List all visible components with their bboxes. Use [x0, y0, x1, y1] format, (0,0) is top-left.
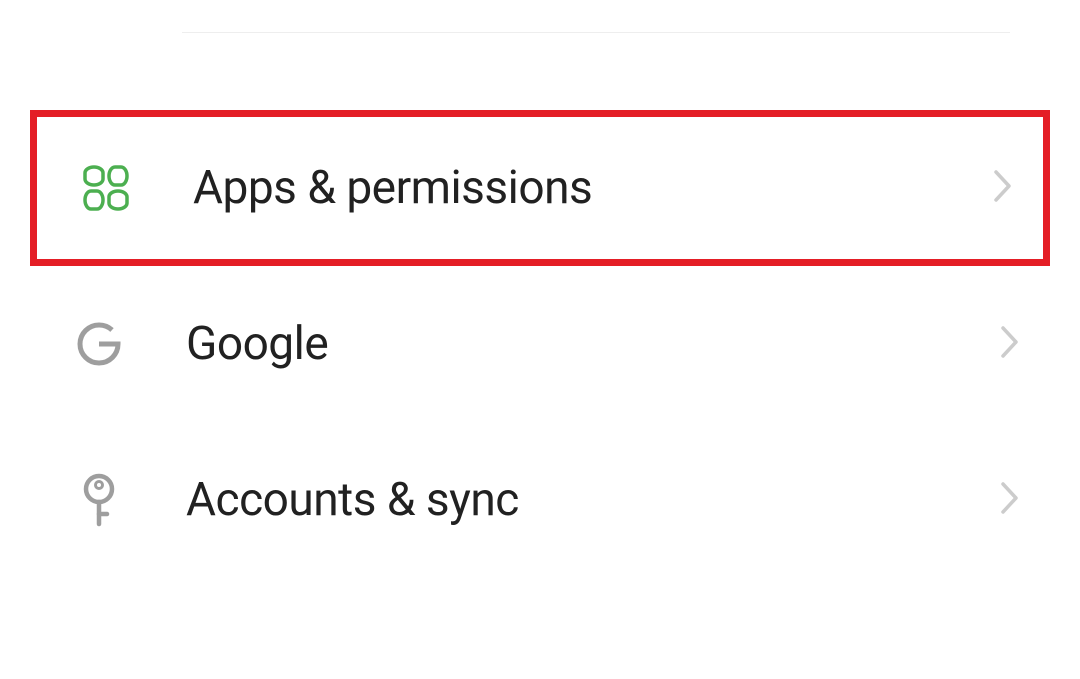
apps-icon	[81, 163, 131, 213]
divider	[182, 32, 1010, 33]
settings-item-label: Google	[186, 317, 1000, 371]
chevron-right-icon	[1000, 481, 1020, 519]
settings-item-label: Apps & permissions	[193, 161, 993, 215]
settings-item-google[interactable]: Google	[0, 266, 1080, 422]
settings-item-label: Accounts & sync	[186, 473, 1000, 527]
settings-list: Apps & permissions Google	[0, 110, 1080, 578]
settings-item-apps-permissions[interactable]: Apps & permissions	[30, 110, 1050, 266]
chevron-right-icon	[1000, 325, 1020, 363]
chevron-right-icon	[993, 169, 1013, 207]
settings-item-accounts-sync[interactable]: Accounts & sync	[0, 422, 1080, 578]
google-icon	[74, 319, 124, 369]
key-icon	[74, 475, 124, 525]
